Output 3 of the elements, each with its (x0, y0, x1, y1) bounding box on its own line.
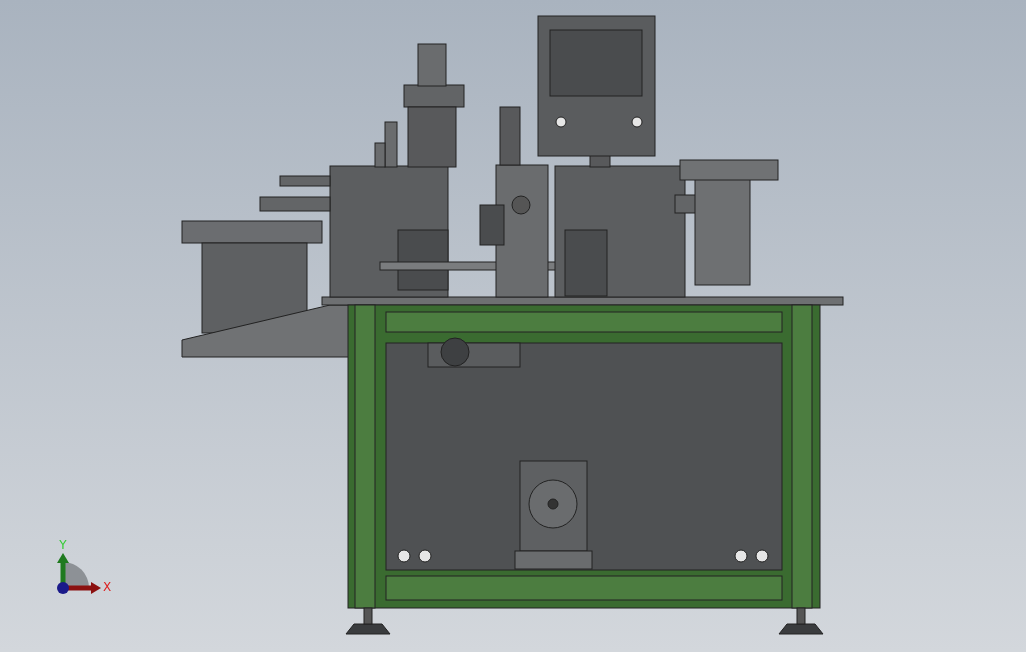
axis-label: X (102, 579, 112, 594)
axis-label: Y (59, 537, 67, 552)
axis-triad-icon (57, 553, 101, 594)
